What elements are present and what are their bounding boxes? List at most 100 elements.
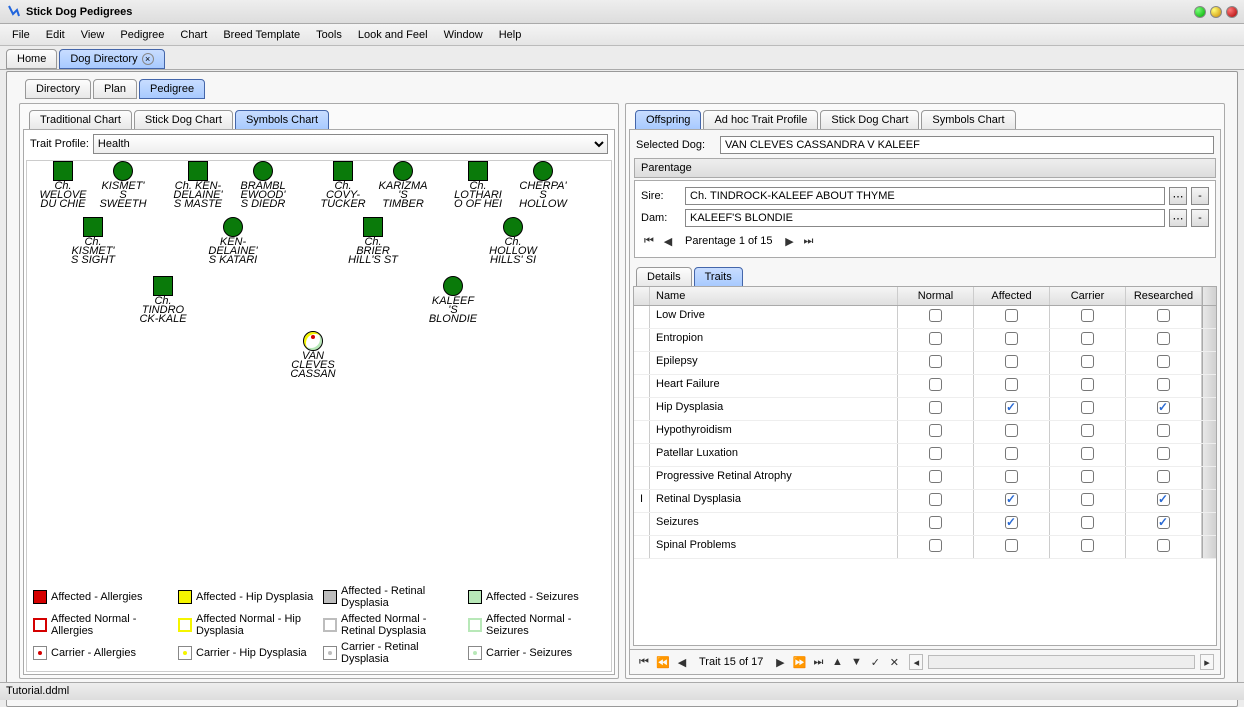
checkbox[interactable] [1081,447,1094,460]
trait-normal-cell[interactable] [898,398,974,420]
pedigree-node[interactable]: CHERPA' S HOLLOW [517,161,569,209]
trait-hscroll[interactable] [928,655,1195,669]
sub-tab-plan[interactable]: Plan [93,79,137,99]
trait-normal-cell[interactable] [898,421,974,443]
checkbox[interactable] [1157,516,1170,529]
detail-tab-traits[interactable]: Traits [694,267,743,287]
menu-breed-template[interactable]: Breed Template [215,29,308,41]
selected-dog-field[interactable] [720,136,1214,154]
parentage-prev-button[interactable]: ◀ [660,233,676,249]
trait-carrier-cell[interactable] [1050,444,1126,466]
checkbox[interactable] [1157,424,1170,437]
menu-pedigree[interactable]: Pedigree [112,29,172,41]
checkbox[interactable] [929,424,942,437]
minimize-button[interactable] [1194,6,1206,18]
trait-affected-cell[interactable] [974,513,1050,535]
checkbox[interactable] [1005,539,1018,552]
trait-normal-cell[interactable] [898,513,974,535]
trait-affected-cell[interactable] [974,375,1050,397]
checkbox[interactable] [1005,424,1018,437]
sub-tab-directory[interactable]: Directory [25,79,91,99]
maximize-button[interactable] [1210,6,1222,18]
trait-carrier-cell[interactable] [1050,513,1126,535]
checkbox[interactable] [1005,309,1018,322]
trait-down-button[interactable]: ▼ [848,654,864,670]
trait-check-button[interactable]: ✓ [867,654,883,670]
col-carrier[interactable]: Carrier [1050,287,1126,305]
right-tab-offspring[interactable]: Offspring [635,110,701,130]
menu-file[interactable]: File [4,29,38,41]
checkbox[interactable] [1157,493,1170,506]
pedigree-node[interactable]: KEN-DELAINE' S KATARI [207,217,259,265]
trait-cancel-button[interactable]: ✕ [886,654,902,670]
checkbox[interactable] [1081,401,1094,414]
menu-chart[interactable]: Chart [172,29,215,41]
trait-row[interactable]: Spinal Problems [634,536,1216,559]
menu-look-and-feel[interactable]: Look and Feel [350,29,436,41]
pedigree-node[interactable]: VAN CLEVES CASSAN [287,331,339,379]
sub-tab-pedigree[interactable]: Pedigree [139,79,205,99]
menu-window[interactable]: Window [436,29,491,41]
parentage-last-button[interactable]: ⏭ [800,233,816,249]
trait-carrier-cell[interactable] [1050,398,1126,420]
trait-normal-cell[interactable] [898,490,974,512]
trait-carrier-cell[interactable] [1050,352,1126,374]
checkbox[interactable] [1081,470,1094,483]
trait-carrier-cell[interactable] [1050,329,1126,351]
trait-row[interactable]: IRetinal Dysplasia [634,490,1216,513]
trait-normal-cell[interactable] [898,329,974,351]
trait-normal-cell[interactable] [898,467,974,489]
checkbox[interactable] [929,401,942,414]
checkbox[interactable] [1081,378,1094,391]
checkbox[interactable] [929,470,942,483]
checkbox[interactable] [1005,470,1018,483]
trait-first-button[interactable]: ⏮ [636,654,652,670]
checkbox[interactable] [1157,332,1170,345]
detail-tab-details[interactable]: Details [636,267,692,287]
trait-prev-button[interactable]: ◀ [674,654,690,670]
checkbox[interactable] [1157,401,1170,414]
pedigree-node[interactable]: KALEEF 'S BLONDIE [427,276,479,324]
trait-researched-cell[interactable] [1126,444,1202,466]
close-button[interactable] [1226,6,1238,18]
pedigree-node[interactable]: Ch. HOLLOW HILLS' SI [487,217,539,265]
trait-row[interactable]: Progressive Retinal Atrophy [634,467,1216,490]
checkbox[interactable] [929,309,942,322]
pedigree-node[interactable]: Ch. KISMET' S SIGHT [67,217,119,265]
col-affected[interactable]: Affected [974,287,1050,305]
pedigree-node[interactable]: Ch. WELOVE DU CHIE [37,161,89,209]
trait-carrier-cell[interactable] [1050,536,1126,558]
trait-researched-cell[interactable] [1126,513,1202,535]
trait-row[interactable]: Low Drive [634,306,1216,329]
trait-carrier-cell[interactable] [1050,306,1126,328]
trait-last-button[interactable]: ⏭ [810,654,826,670]
trait-affected-cell[interactable] [974,536,1050,558]
parentage-first-button[interactable]: ⏮ [641,233,657,249]
trait-affected-cell[interactable] [974,306,1050,328]
trait-carrier-cell[interactable] [1050,467,1126,489]
sire-field[interactable] [685,187,1165,205]
checkbox[interactable] [929,539,942,552]
checkbox[interactable] [929,355,942,368]
checkbox[interactable] [1081,355,1094,368]
close-icon[interactable]: × [142,53,154,65]
pedigree-node[interactable]: BRAMBL EWOOD' S DIEDR [237,161,289,209]
checkbox[interactable] [1005,447,1018,460]
trait-researched-cell[interactable] [1126,421,1202,443]
trait-normal-cell[interactable] [898,375,974,397]
menu-tools[interactable]: Tools [308,29,350,41]
checkbox[interactable] [1005,378,1018,391]
trait-normal-cell[interactable] [898,352,974,374]
col-normal[interactable]: Normal [898,287,974,305]
trait-row[interactable]: Epilepsy [634,352,1216,375]
trait-researched-cell[interactable] [1126,490,1202,512]
checkbox[interactable] [1081,493,1094,506]
pedigree-node[interactable]: Ch. COVY-TUCKER [317,161,369,209]
chart-tab-stick-dog-chart[interactable]: Stick Dog Chart [134,110,233,130]
checkbox[interactable] [929,493,942,506]
parentage-next-button[interactable]: ▶ [781,233,797,249]
trait-researched-cell[interactable] [1126,467,1202,489]
trait-affected-cell[interactable] [974,444,1050,466]
trait-up-button[interactable]: ▲ [829,654,845,670]
checkbox[interactable] [1005,355,1018,368]
